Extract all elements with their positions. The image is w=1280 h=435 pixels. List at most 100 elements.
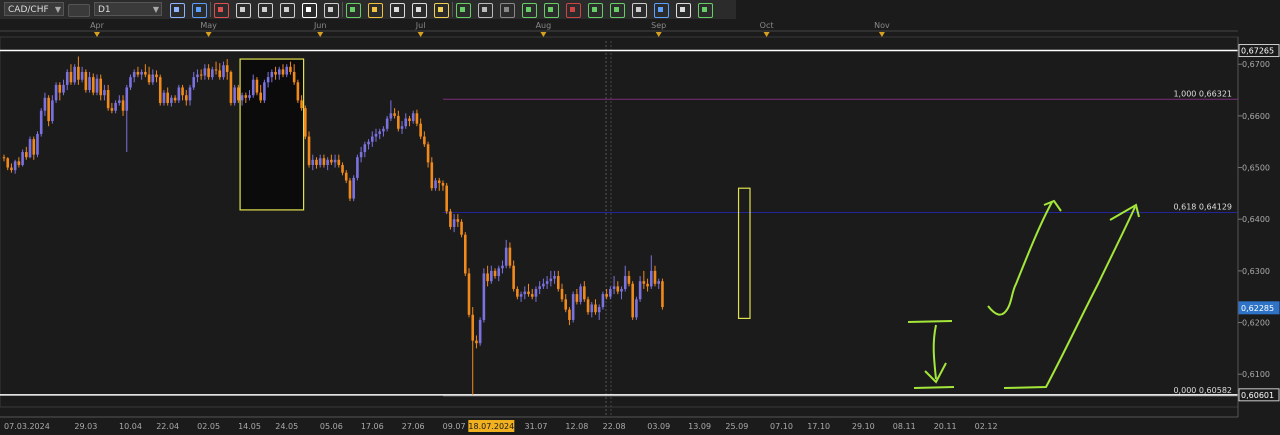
trend-icon[interactable] [588, 3, 603, 18]
candle-body [6, 158, 10, 168]
candle-body [54, 84, 58, 101]
candle-body [62, 84, 65, 93]
price-chart[interactable]: Apr May Jun Jul Aug Sep Oct Nov 1,000 0,66321 0,… [0, 19, 1280, 435]
pen-icon[interactable] [434, 3, 449, 18]
date-label: 20.11 [934, 422, 957, 431]
candle-body [69, 71, 73, 83]
candle-body [478, 319, 482, 344]
candle-body [274, 71, 277, 75]
month-label: Apr [90, 21, 105, 30]
grid-icon[interactable] [522, 3, 537, 18]
candle-body [400, 126, 404, 129]
candle-body [99, 78, 103, 96]
eraser-icon[interactable] [676, 3, 691, 18]
indicator-icon[interactable] [214, 3, 229, 18]
timeframe-label: D1 [98, 5, 111, 15]
candle-body [411, 113, 415, 122]
object-list-icon[interactable] [456, 3, 471, 18]
candle-body [560, 288, 564, 300]
candle-body [359, 152, 363, 158]
flag-icon[interactable] [654, 3, 669, 18]
month-label: May [200, 21, 217, 30]
text-tool-icon[interactable] [346, 3, 361, 18]
month-label: Aug [536, 21, 552, 30]
candle-body [181, 87, 184, 96]
date-label: 08.11 [893, 422, 916, 431]
candle-body [203, 68, 207, 76]
chevron-down-icon: ▼ [152, 5, 159, 14]
scroll-icon[interactable] [324, 3, 339, 18]
candle-body [292, 71, 296, 83]
dot-icon-glyph [306, 7, 311, 12]
channel-icon-glyph [614, 7, 619, 12]
candle-body [393, 113, 396, 116]
chart-type-icon[interactable] [170, 3, 185, 18]
candle-body [270, 71, 274, 78]
candle-body [519, 294, 523, 297]
sphere-icon[interactable] [632, 3, 647, 18]
candle-body [65, 71, 69, 85]
candle-body [311, 159, 315, 165]
candle-body [95, 78, 99, 93]
date-label: 22.04 [156, 422, 179, 431]
candle-body [583, 286, 586, 300]
candle-body [207, 68, 210, 78]
crosshair-icon[interactable] [192, 3, 207, 18]
date-label: 07.10 [770, 422, 793, 431]
date-label: 05.06 [320, 422, 343, 431]
date-label: 03.09 [647, 422, 670, 431]
candle-body [263, 82, 266, 101]
candle-body [508, 247, 512, 266]
candle-body [199, 74, 203, 76]
chart-area [0, 19, 1280, 435]
zoom-in-icon[interactable] [236, 3, 251, 18]
candle-body [214, 69, 218, 71]
candle-body [415, 113, 419, 124]
date-label: 24.05 [275, 422, 298, 431]
hline-icon[interactable] [544, 3, 559, 18]
date-label: 12.08 [565, 422, 588, 431]
zoom-out-icon[interactable] [258, 3, 273, 18]
layout-icon[interactable] [698, 3, 713, 18]
candle-body [147, 74, 151, 83]
fib-label: 1,000 0,66321 [1173, 89, 1232, 98]
date-label: 17.06 [361, 422, 384, 431]
candle-body [363, 144, 367, 153]
date-label: 25.09 [725, 422, 748, 431]
candle-body [612, 286, 616, 289]
date-label: 02.12 [975, 422, 998, 431]
ray-icon[interactable] [566, 3, 581, 18]
date-label: 18.07.2024 [468, 422, 514, 431]
timeframe-select[interactable]: D1 ▼ [94, 2, 162, 16]
clone-icon[interactable] [390, 3, 405, 18]
candle-body [638, 281, 642, 300]
candle-body [649, 270, 653, 287]
settings-icon[interactable] [412, 3, 427, 18]
template-icon[interactable] [368, 3, 383, 18]
compare-icon[interactable] [68, 4, 90, 17]
candle-body [486, 273, 489, 282]
template-icon-glyph [372, 7, 377, 12]
candle-body [523, 291, 527, 295]
candle-body [136, 71, 140, 75]
candle-body [356, 157, 359, 178]
candle-body [378, 131, 382, 134]
price-tick-label: 0,6500 [1242, 164, 1270, 173]
candle-body [646, 283, 649, 287]
dot-icon[interactable] [302, 3, 317, 18]
magnet-icon[interactable] [280, 3, 295, 18]
candle-body [382, 128, 385, 132]
symbol-select[interactable]: CAD/CHF ▼ [4, 2, 64, 16]
window-icon[interactable] [478, 3, 493, 18]
date-label: 13.09 [688, 422, 711, 431]
settings-icon-glyph [416, 7, 421, 12]
candle-body [597, 307, 601, 313]
fib-label: 0,000 0,60582 [1173, 386, 1232, 395]
price-label-text: 0,62285 [1241, 304, 1274, 313]
candle-body [222, 65, 225, 78]
candle-body [218, 70, 222, 78]
candle-body [47, 97, 50, 122]
channel-icon[interactable] [610, 3, 625, 18]
line-tool-icon[interactable] [500, 3, 515, 18]
candle-body [549, 278, 553, 282]
